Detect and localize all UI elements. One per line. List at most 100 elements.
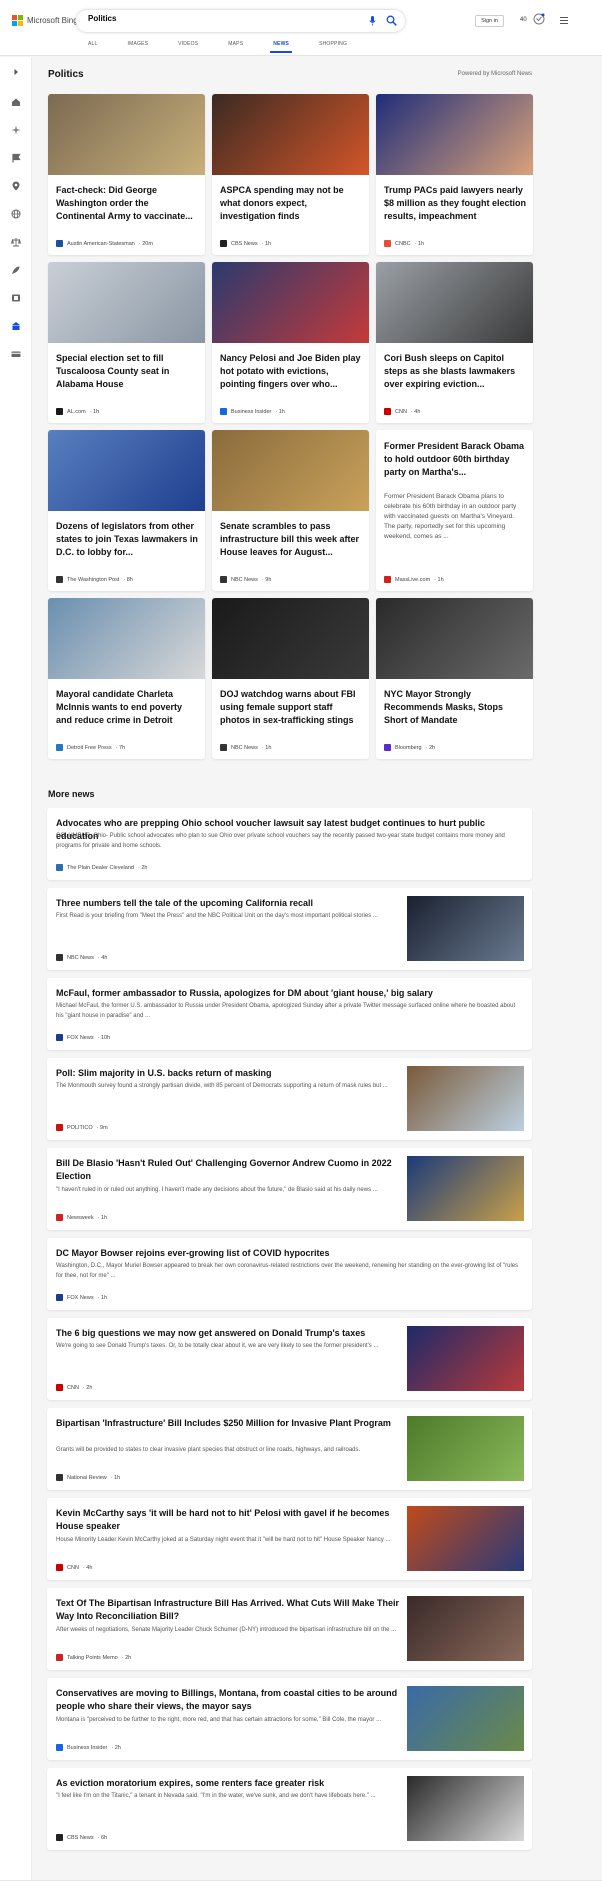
news-source[interactable]: Business Insider · 2h (56, 1744, 121, 1751)
home-icon[interactable] (11, 97, 21, 107)
news-thumbnail[interactable] (407, 1776, 524, 1841)
news-thumbnail[interactable] (212, 262, 369, 343)
news-card[interactable]: Special election set to fill Tuscaloosa … (48, 262, 205, 423)
more-news-item[interactable]: Conservatives are moving to Billings, Mo… (47, 1678, 532, 1760)
news-source[interactable]: Detroit Free Press · 7h (56, 744, 125, 751)
news-source[interactable]: NBC News · 1h (220, 744, 271, 751)
more-news-item[interactable]: DC Mayor Bowser rejoins ever-growing lis… (47, 1238, 532, 1310)
news-thumbnail[interactable] (376, 598, 533, 679)
news-source[interactable]: AL.com · 1h (56, 408, 99, 415)
news-source[interactable]: NBC News · 4h (56, 954, 107, 961)
news-card[interactable]: DOJ watchdog warns about FBI using femal… (212, 598, 369, 759)
news-headline[interactable]: Kevin McCarthy says 'it will be hard not… (56, 1507, 401, 1533)
news-source[interactable]: CBS News · 6h (56, 1834, 107, 1841)
news-headline[interactable]: Former President Barack Obama to hold ou… (384, 440, 528, 479)
news-source[interactable]: Bloomberg · 2h (384, 744, 435, 751)
news-thumbnail[interactable] (407, 1416, 524, 1481)
news-headline[interactable]: Bipartisan 'Infrastructure' Bill Include… (56, 1417, 401, 1430)
news-headline[interactable]: Special election set to fill Tuscaloosa … (56, 352, 200, 391)
search-icon[interactable] (386, 15, 397, 26)
news-headline[interactable]: Nancy Pelosi and Joe Biden play hot pota… (220, 352, 364, 391)
hamburger-menu-icon[interactable] (560, 17, 568, 24)
news-source[interactable]: Newsweek · 1h (56, 1214, 107, 1221)
news-thumbnail[interactable] (376, 262, 533, 343)
news-headline[interactable]: McFaul, former ambassador to Russia, apo… (56, 987, 521, 1000)
news-thumbnail[interactable] (407, 896, 524, 961)
tab-images[interactable]: IMAGES (128, 41, 149, 47)
news-thumbnail[interactable] (48, 262, 205, 343)
news-headline[interactable]: Three numbers tell the tale of the upcom… (56, 897, 401, 910)
news-headline[interactable]: Text Of The Bipartisan Infrastructure Bi… (56, 1597, 401, 1623)
more-news-item[interactable]: McFaul, former ambassador to Russia, apo… (47, 978, 532, 1050)
news-card[interactable]: Dozens of legislators from other states … (48, 430, 205, 591)
scales-icon[interactable] (11, 237, 21, 247)
news-headline[interactable]: The 6 big questions we may now get answe… (56, 1327, 401, 1340)
news-card[interactable]: Cori Bush sleeps on Capitol steps as she… (376, 262, 533, 423)
news-headline[interactable]: NYC Mayor Strongly Recommends Masks, Sto… (384, 688, 528, 727)
news-card[interactable]: Mayoral candidate Charleta McInnis wants… (48, 598, 205, 759)
news-thumbnail[interactable] (407, 1596, 524, 1661)
search-input[interactable] (88, 14, 358, 23)
news-source[interactable]: FOX News · 1h (56, 1294, 107, 1301)
news-source[interactable]: CNN · 4h (56, 1564, 92, 1571)
expand-chevron-icon[interactable] (11, 67, 21, 77)
rewards-trophy-icon[interactable] (533, 13, 545, 27)
rewards-points[interactable]: 40 (520, 17, 527, 23)
news-headline[interactable]: Conservatives are moving to Billings, Mo… (56, 1687, 401, 1713)
news-headline[interactable]: DOJ watchdog warns about FBI using femal… (220, 688, 364, 727)
more-news-item[interactable]: Text Of The Bipartisan Infrastructure Bi… (47, 1588, 532, 1670)
news-thumbnail[interactable] (407, 1066, 524, 1131)
news-source[interactable]: NBC News · 9h (220, 576, 271, 583)
more-news-item[interactable]: Advocates who are prepping Ohio school v… (47, 808, 532, 880)
news-card[interactable]: NYC Mayor Strongly Recommends Masks, Sto… (376, 598, 533, 759)
news-source[interactable]: Talking Points Memo · 2h (56, 1654, 131, 1661)
more-news-item[interactable]: As eviction moratorium expires, some ren… (47, 1768, 532, 1850)
news-card[interactable]: ASPCA spending may not be what donors ex… (212, 94, 369, 255)
film-icon[interactable] (11, 293, 21, 303)
news-source[interactable]: Business Insider · 1h (220, 408, 285, 415)
tab-videos[interactable]: VIDEOS (178, 41, 198, 47)
news-headline[interactable]: Trump PACs paid lawyers nearly $8 millio… (384, 184, 528, 223)
bing-logo[interactable]: Microsoft Bing (12, 15, 78, 26)
news-thumbnail[interactable] (48, 598, 205, 679)
sparkle-icon[interactable] (11, 125, 21, 135)
news-thumbnail[interactable] (212, 598, 369, 679)
news-card[interactable]: Senate scrambles to pass infrastructure … (212, 430, 369, 591)
news-headline[interactable]: Poll: Slim majority in U.S. backs return… (56, 1067, 401, 1080)
location-pin-icon[interactable] (11, 181, 21, 191)
news-headline[interactable]: ASPCA spending may not be what donors ex… (220, 184, 364, 223)
news-headline[interactable]: Senate scrambles to pass infrastructure … (220, 520, 364, 559)
rocket-icon[interactable] (11, 265, 21, 275)
news-thumbnail[interactable] (212, 94, 369, 175)
news-thumbnail[interactable] (48, 94, 205, 175)
news-card[interactable]: Fact-check: Did George Washington order … (48, 94, 205, 255)
news-source[interactable]: CNBC · 1h (384, 240, 424, 247)
powered-by-label[interactable]: Powered by Microsoft News (458, 71, 532, 77)
news-headline[interactable]: Dozens of legislators from other states … (56, 520, 200, 559)
news-source[interactable]: FOX News · 10h (56, 1034, 110, 1041)
tab-maps[interactable]: MAPS (228, 41, 243, 47)
news-headline[interactable]: As eviction moratorium expires, some ren… (56, 1777, 401, 1790)
more-news-item[interactable]: Kevin McCarthy says 'it will be hard not… (47, 1498, 532, 1580)
news-headline[interactable]: Fact-check: Did George Washington order … (56, 184, 200, 223)
news-source[interactable]: CNN · 2h (56, 1384, 92, 1391)
microphone-icon[interactable] (369, 16, 376, 26)
news-source[interactable]: CBS News · 1h (220, 240, 271, 247)
news-thumbnail[interactable] (407, 1506, 524, 1571)
tab-all[interactable]: ALL (88, 41, 98, 47)
politics-building-icon[interactable] (11, 321, 21, 331)
news-thumbnail[interactable] (407, 1686, 524, 1751)
sign-in-button[interactable]: Sign in (475, 15, 504, 27)
news-source[interactable]: POLITICO · 9m (56, 1124, 108, 1131)
news-headline[interactable]: Cori Bush sleeps on Capitol steps as she… (384, 352, 528, 391)
flag-icon[interactable] (11, 153, 21, 163)
news-source[interactable]: The Plain Dealer Cleveland · 2h (56, 864, 147, 871)
news-headline[interactable]: Mayoral candidate Charleta McInnis wants… (56, 688, 200, 727)
news-source[interactable]: The Washington Post · 8h (56, 576, 133, 583)
news-thumbnail[interactable] (212, 430, 369, 511)
money-card-icon[interactable] (11, 349, 21, 359)
news-headline[interactable]: DC Mayor Bowser rejoins ever-growing lis… (56, 1247, 521, 1260)
news-thumbnail[interactable] (48, 430, 205, 511)
news-thumbnail[interactable] (376, 94, 533, 175)
news-headline[interactable]: Bill De Blasio 'Hasn't Ruled Out' Challe… (56, 1157, 401, 1183)
